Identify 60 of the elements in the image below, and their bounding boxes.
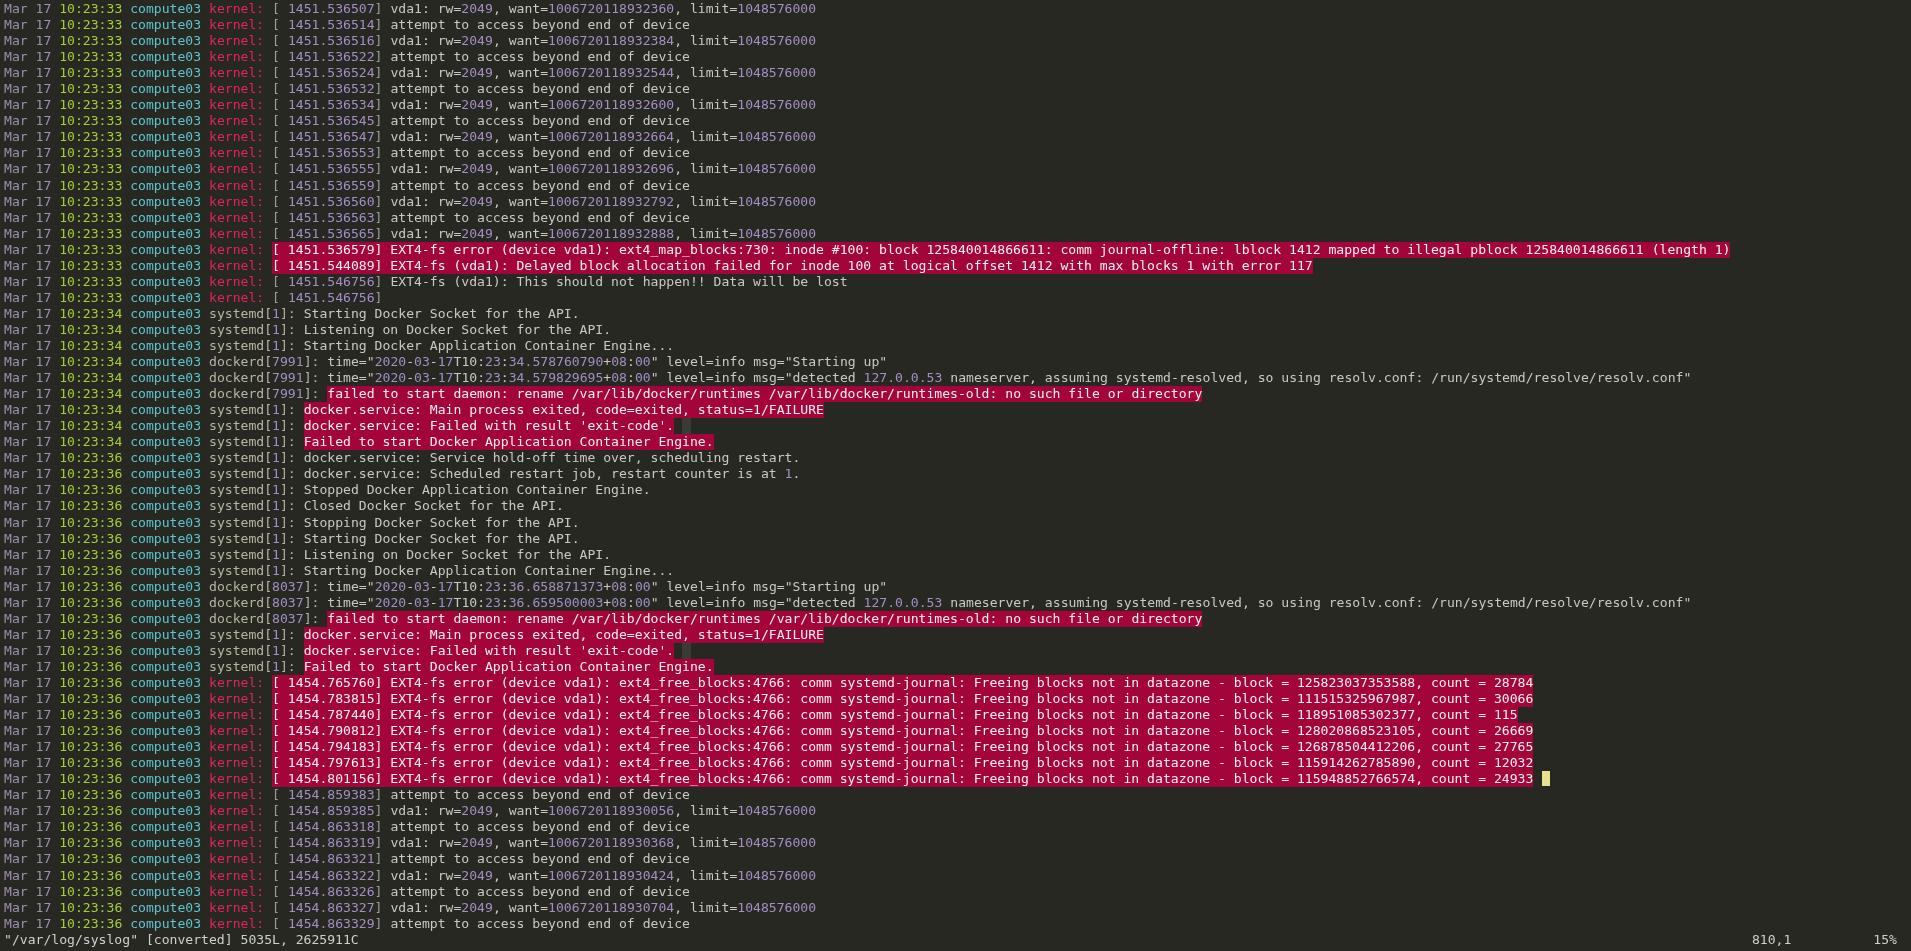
log-line: Mar 17 10:23:34 compute03 dockerd[7991]: failed to start daemon: rename /var/lib/docker/runtimes /var/lib/docker/runtimes-old: no such file or directory	[4, 386, 1203, 403]
log-line: Mar 17 10:23:33 compute03 kernel: [ 1451.536559] attempt to access beyond end of device	[4, 177, 690, 194]
log-line: Mar 17 10:23:36 compute03 systemd[1]: Stopping Docker Socket for the API.	[4, 514, 580, 531]
log-line: Mar 17 10:23:36 compute03 systemd[1]: Closed Docker Socket for the API.	[4, 498, 564, 515]
log-line: Mar 17 10:23:33 compute03 kernel: [ 1451.546756]	[4, 289, 383, 306]
log-line: Mar 17 10:23:36 compute03 systemd[1]: Stopped Docker Application Container Engine.	[4, 482, 651, 499]
log-line: Mar 17 10:23:36 compute03 systemd[1]: docker.service: Main process exited, code=exited, status=1/FAILURE	[4, 626, 824, 643]
log-line: Mar 17 10:23:33 compute03 kernel: [ 1451.536553] attempt to access beyond end of device	[4, 145, 690, 162]
log-line: Mar 17 10:23:34 compute03 systemd[1]: docker.service: Failed with result 'exit-code'.	[4, 418, 675, 435]
cursor-position: 810,1	[1751, 931, 1792, 948]
log-line: Mar 17 10:23:33 compute03 kernel: [ 1451.536507] vda1: rw=2049, want=1006720118932360, limit=1048576000	[4, 1, 817, 18]
log-line: Mar 17 10:23:36 compute03 kernel: [ 1454.859383] attempt to access beyond end of device	[4, 787, 690, 804]
log-line: Mar 17 10:23:33 compute03 kernel: [ 1451.536545] attempt to access beyond end of device	[4, 113, 690, 130]
log-line: Mar 17 10:23:34 compute03 systemd[1]: docker.service: Main process exited, code=exited, status=1/FAILURE	[4, 402, 824, 419]
log-line: Mar 17 10:23:36 compute03 dockerd[8037]: failed to start daemon: rename /var/lib/docker/runtimes /var/lib/docker/runtimes-old: no such file or directory	[4, 610, 1203, 627]
log-line: Mar 17 10:23:33 compute03 kernel: [ 1451.536547] vda1: rw=2049, want=1006720118932664, limit=1048576000	[4, 129, 817, 146]
log-line: Mar 17 10:23:33 compute03 kernel: [ 1451.536563] attempt to access beyond end of device	[4, 209, 690, 226]
log-line: Mar 17 10:23:36 compute03 systemd[1]: Listening on Docker Socket for the API.	[4, 546, 612, 563]
log-line: Mar 17 10:23:33 compute03 kernel: [ 1451.536560] vda1: rw=2049, want=1006720118932792, limit=1048576000	[4, 193, 817, 210]
log-line: Mar 17 10:23:36 compute03 kernel: [ 1454.863319] vda1: rw=2049, want=1006720118930368, limit=1048576000	[4, 835, 817, 852]
log-line: Mar 17 10:23:36 compute03 systemd[1]: Failed to start Docker Application Container Engine.	[4, 658, 714, 675]
log-line: Mar 17 10:23:33 compute03 kernel: [ 1451.536555] vda1: rw=2049, want=1006720118932696, limit=1048576000	[4, 161, 817, 178]
log-line: Mar 17 10:23:36 compute03 kernel: [ 1454.765760] EXT4-fs error (device vda1): ext4_free_blocks:4766: comm systemd-journal: Freeing blocks not in datazone - block = 125823037353588, count = 28784	[4, 674, 1534, 691]
log-line: Mar 17 10:23:36 compute03 dockerd[8037]: time="2020-03-17T10:23:36.658871373+08:00" level=info msg="Starting up"	[4, 578, 888, 595]
log-line: Mar 17 10:23:36 compute03 kernel: [ 1454.794183] EXT4-fs error (device vda1): ext4_free_blocks:4766: comm systemd-journal: Freeing blocks not in datazone - block = 126878504412206, count = 27765	[4, 739, 1534, 756]
log-line: Mar 17 10:23:36 compute03 systemd[1]: docker.service: Scheduled restart job, restart counter is at 1.	[4, 466, 801, 483]
file-info: "/var/log/syslog" [converted] 5035L, 2625911C	[4, 931, 360, 948]
log-line: Mar 17 10:23:36 compute03 dockerd[8037]: time="2020-03-17T10:23:36.659500003+08:00" level=info msg="detected 127.0.0.53 nameserver, assuming systemd-resolved, so using resolv.conf: /run/systemd/resolve/resolv.conf"	[4, 594, 1692, 611]
log-line: Mar 17 10:23:33 compute03 kernel: [ 1451.536579] EXT4-fs error (device vda1): ext4_map_blocks:730: inode #100: block 125840014866611: comm journal-offline: lblock 1412 mapped to illegal pblock 125840014866611 (length 1)	[4, 241, 1731, 258]
log-line: Mar 17 10:23:34 compute03 dockerd[7991]: time="2020-03-17T10:23:34.579829695+08:00" level=info msg="detected 127.0.0.53 nameserver, assuming systemd-resolved, so using resolv.conf: /run/systemd/resolve/resolv.conf"	[4, 370, 1692, 387]
log-line: Mar 17 10:23:33 compute03 kernel: [ 1451.536522] attempt to access beyond end of device	[4, 49, 690, 66]
log-line: Mar 17 10:23:33 compute03 kernel: [ 1451.536565] vda1: rw=2049, want=1006720118932888, limit=1048576000	[4, 225, 817, 242]
log-line: Mar 17 10:23:36 compute03 kernel: [ 1454.863318] attempt to access beyond end of device	[4, 819, 690, 836]
log-line: Mar 17 10:23:36 compute03 kernel: [ 1454.863321] attempt to access beyond end of device	[4, 851, 690, 868]
log-line: Mar 17 10:23:34 compute03 dockerd[7991]: time="2020-03-17T10:23:34.578760790+08:00" level=info msg="Starting up"	[4, 354, 888, 371]
log-line: Mar 17 10:23:36 compute03 systemd[1]: docker.service: Service hold-off time over, scheduling restart.	[4, 450, 801, 467]
log-line: Mar 17 10:23:36 compute03 systemd[1]: docker.service: Failed with result 'exit-code'.	[4, 642, 675, 659]
log-line: Mar 17 10:23:36 compute03 kernel: [ 1454.859385] vda1: rw=2049, want=1006720118930056, limit=1048576000	[4, 803, 817, 820]
log-line: Mar 17 10:23:36 compute03 kernel: [ 1454.783815] EXT4-fs error (device vda1): ext4_free_blocks:4766: comm systemd-journal: Freeing blocks not in datazone - block = 111515325967987, count = 30066	[4, 691, 1534, 708]
log-line: Mar 17 10:23:36 compute03 kernel: [ 1454.797613] EXT4-fs error (device vda1): ext4_free_blocks:4766: comm systemd-journal: Freeing blocks not in datazone - block = 115914262785890, count = 12032	[4, 755, 1534, 772]
log-line: Mar 17 10:23:36 compute03 kernel: [ 1454.790812] EXT4-fs error (device vda1): ext4_free_blocks:4766: comm systemd-journal: Freeing blocks not in datazone - block = 128020868523105, count = 26669	[4, 723, 1534, 740]
log-line: Mar 17 10:23:36 compute03 systemd[1]: Starting Docker Socket for the API.	[4, 530, 580, 547]
log-line: Mar 17 10:23:33 compute03 kernel: [ 1451.536514] attempt to access beyond end of device	[4, 17, 690, 34]
log-line: Mar 17 10:23:36 compute03 kernel: [ 1454.863327] vda1: rw=2049, want=1006720118930704, limit=1048576000	[4, 899, 817, 916]
log-line: Mar 17 10:23:36 compute03 systemd[1]: Starting Docker Application Container Engine...	[4, 562, 675, 579]
scroll-percent: 15%	[1873, 931, 1897, 948]
log-line: Mar 17 10:23:36 compute03 kernel: [ 1454.801156] EXT4-fs error (device vda1): ext4_free_blocks:4766: comm systemd-journal: Freeing blocks not in datazone - block = 115948852766574, count = 24933	[4, 771, 1534, 788]
log-line: Mar 17 10:23:36 compute03 kernel: [ 1454.863322] vda1: rw=2049, want=1006720118930424, limit=1048576000	[4, 867, 817, 884]
log-line: Mar 17 10:23:33 compute03 kernel: [ 1451.536524] vda1: rw=2049, want=1006720118932544, limit=1048576000	[4, 65, 817, 82]
log-line: Mar 17 10:23:34 compute03 systemd[1]: Starting Docker Application Container Engine...	[4, 338, 675, 355]
log-line: Mar 17 10:23:36 compute03 kernel: [ 1454.863326] attempt to access beyond end of device	[4, 883, 690, 900]
log-line: Mar 17 10:23:33 compute03 kernel: [ 1451.546756] EXT4-fs (vda1): This should not happen!! Data will be lost	[4, 273, 848, 290]
log-line: Mar 17 10:23:34 compute03 systemd[1]: Listening on Docker Socket for the API.	[4, 321, 612, 338]
log-line: Mar 17 10:23:33 compute03 kernel: [ 1451.536532] attempt to access beyond end of device	[4, 81, 690, 98]
log-line: Mar 17 10:23:33 compute03 kernel: [ 1451.536516] vda1: rw=2049, want=1006720118932384, limit=1048576000	[4, 33, 817, 50]
log-line: Mar 17 10:23:34 compute03 systemd[1]: Starting Docker Socket for the API.	[4, 305, 580, 322]
log-line: Mar 17 10:23:36 compute03 kernel: [ 1454.863329] attempt to access beyond end of device	[4, 915, 690, 932]
log-line: Mar 17 10:23:33 compute03 kernel: [ 1451.536534] vda1: rw=2049, want=1006720118932600, limit=1048576000	[4, 97, 817, 114]
log-line: Mar 17 10:23:34 compute03 systemd[1]: Failed to start Docker Application Container Engine.	[4, 434, 714, 451]
log-line: Mar 17 10:23:36 compute03 kernel: [ 1454.787440] EXT4-fs error (device vda1): ext4_free_blocks:4766: comm systemd-journal: Freeing blocks not in datazone - block = 118951085302377, count = 115	[4, 707, 1518, 724]
